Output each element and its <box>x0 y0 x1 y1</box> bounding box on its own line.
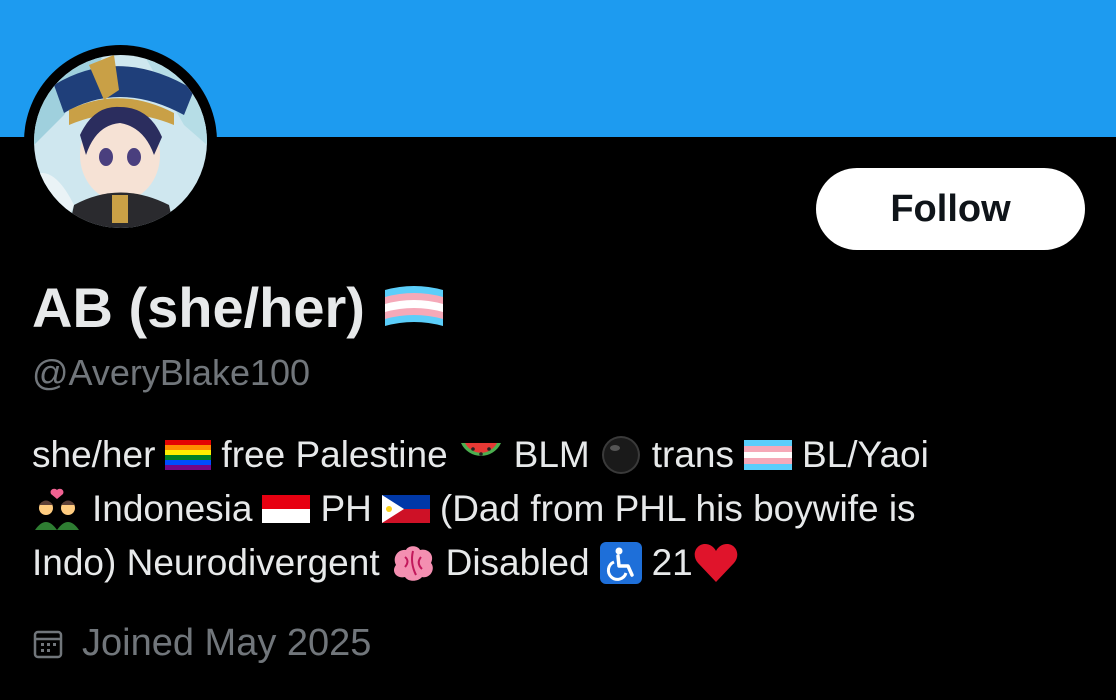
joined-text: Joined May 2025 <box>82 622 372 664</box>
bio-line-3: Indo) Neurodivergent Disabled 21 <box>32 536 1092 590</box>
bio-ph: PH <box>320 488 372 529</box>
bio-indonesia: Indonesia <box>92 488 253 529</box>
bio-disabled: Disabled <box>445 542 590 583</box>
bio-free-palestine: free Palestine <box>221 434 448 475</box>
indonesia-flag-icon <box>262 495 311 523</box>
bio-blm: BLM <box>513 434 590 475</box>
bio-dad-note-start: (Dad from PHL his boywife is <box>439 488 916 529</box>
bio-neurodivergent: Indo) Neurodivergent <box>32 542 380 583</box>
avatar-frame[interactable] <box>24 45 217 238</box>
joined-date: Joined May 2025 <box>32 622 371 665</box>
profile-handle: @AveryBlake100 <box>32 352 311 393</box>
wheelchair-icon <box>599 542 642 584</box>
trans-flag-icon <box>744 440 793 470</box>
bio-line-2: Indonesia PH (Dad from PHL his boywife i… <box>32 482 1092 536</box>
bio-bl-yaoi: BL/Yaoi <box>802 434 929 475</box>
philippines-flag-icon <box>381 495 430 523</box>
bio-age: 21 <box>651 542 693 583</box>
display-name: AB (she/her) <box>32 275 447 340</box>
brain-icon <box>393 546 433 581</box>
couple-with-heart-icon <box>35 488 79 530</box>
avatar[interactable] <box>34 55 207 228</box>
red-heart-icon <box>694 544 738 582</box>
watermelon-icon <box>460 443 501 456</box>
follow-button[interactable]: Follow <box>816 168 1085 250</box>
profile-bio: she/her free Palestine BLM trans BL/Yaoi… <box>32 428 1092 590</box>
rainbow-flag-icon <box>165 440 212 470</box>
bio-trans: trans <box>651 434 735 475</box>
display-name-text: AB (she/her) <box>32 276 365 339</box>
trans-flag-icon <box>384 285 443 326</box>
black-circle-icon <box>601 436 640 474</box>
bio-line-1: she/her free Palestine BLM trans BL/Yaoi <box>32 428 1092 482</box>
bio-pronouns: she/her <box>32 434 156 475</box>
calendar-icon <box>33 630 63 658</box>
